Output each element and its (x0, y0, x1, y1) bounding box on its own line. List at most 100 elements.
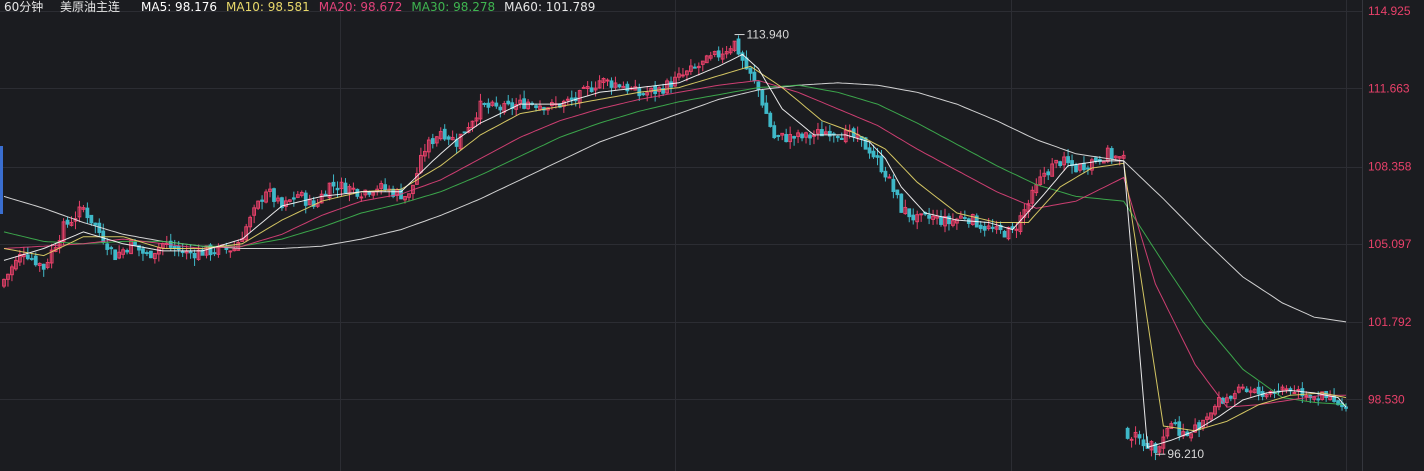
candle-body (105, 243, 110, 250)
candle-body (764, 102, 769, 114)
price-tick-label: 108.358 (1368, 160, 1412, 174)
candle-body (962, 217, 967, 220)
price-tick-label: 114.925 (1368, 4, 1411, 18)
candle-body (875, 155, 880, 158)
candle-body (800, 133, 804, 139)
candle-body (1002, 230, 1007, 238)
price-tick-label: 111.663 (1368, 81, 1410, 95)
candle-body (641, 93, 646, 96)
candle-body (149, 250, 153, 259)
candle-body (569, 97, 574, 101)
candle-body (808, 134, 812, 139)
candle-body (1344, 406, 1348, 409)
price-tick-label: 101.792 (1368, 315, 1412, 329)
price-tick-label: 105.097 (1368, 237, 1412, 251)
candle-body (605, 79, 610, 82)
candle-body (768, 112, 773, 127)
ma-legend: MA5: 98.176 MA10: 98.581 MA20: 98.672 MA30:… (141, 0, 595, 14)
candle-body (681, 74, 685, 77)
candle-body (494, 102, 499, 107)
candle-body (1284, 388, 1289, 391)
candle-body (899, 193, 904, 213)
candle-body (446, 136, 451, 140)
candle-body (383, 184, 388, 191)
candle-body (486, 102, 491, 108)
candle-body (506, 100, 511, 105)
ma-legend-item: MA5: 98.176 (141, 0, 217, 14)
candle-body (784, 134, 789, 143)
candle-body (85, 207, 90, 219)
candle-body (867, 147, 872, 154)
candle-body (367, 191, 372, 195)
candle-body (1046, 171, 1051, 176)
candle-body (911, 214, 916, 221)
candle-body (669, 81, 673, 88)
candle-body (1109, 148, 1114, 160)
candle-body (1324, 390, 1329, 399)
candle-body (736, 38, 741, 55)
candle-body (1316, 398, 1321, 401)
candle-body (1093, 157, 1098, 162)
candle-body (978, 224, 983, 230)
candle-body (498, 106, 503, 111)
candle-body (919, 213, 924, 216)
candle-body (760, 89, 765, 106)
candle-body (1082, 162, 1086, 171)
candle-body (589, 87, 594, 93)
candle-body (871, 150, 876, 158)
candle-body (228, 250, 233, 253)
candle-body (133, 241, 137, 246)
candle-body (1228, 395, 1233, 399)
low-marker-label: 96.210 (1167, 447, 1204, 461)
candle-body (272, 188, 276, 202)
candle-body (1240, 386, 1245, 389)
candle-body (1141, 439, 1146, 447)
candle-body (581, 86, 586, 89)
candle-body (303, 192, 308, 206)
kline-chart: 114.925 111.663 108.358 105.097 101.792 98.53… (0, 0, 1424, 471)
candle-body (1296, 389, 1301, 392)
candle-body (1292, 392, 1297, 395)
candle-body (1137, 434, 1142, 439)
chart-background (0, 0, 1424, 471)
candle-body (212, 252, 217, 255)
candle-body (1256, 386, 1261, 395)
candle-body (772, 125, 777, 139)
candle-body (125, 249, 129, 253)
candle-body (792, 136, 796, 139)
candle-body (442, 128, 447, 140)
candle-body (756, 81, 761, 91)
ma-legend-item: MA10: 98.581 (226, 0, 310, 14)
header-period: 60分钟 (4, 0, 43, 14)
candle-body (188, 251, 193, 254)
candle-body (331, 181, 336, 187)
candle-body (33, 255, 38, 266)
candle-body (879, 155, 884, 173)
candle-body (891, 178, 896, 192)
candle-body (359, 196, 364, 199)
candle-body (609, 80, 614, 88)
ma-legend-item: MA60: 101.789 (504, 0, 595, 14)
candle-body (65, 219, 70, 225)
candle-body (145, 252, 149, 255)
left-edge-marker[interactable] (0, 146, 3, 214)
candle-body (1244, 388, 1249, 393)
candle-body (343, 182, 348, 194)
candle-body (748, 67, 753, 74)
candle-body (462, 131, 467, 134)
candle-body (1173, 422, 1178, 425)
candle-body (692, 66, 697, 69)
candle-body (839, 137, 844, 141)
candle-body (990, 226, 995, 229)
candle-body (1304, 395, 1309, 398)
candle-body (1086, 167, 1090, 170)
candle-body (260, 199, 264, 202)
candle-body (430, 138, 435, 145)
candle-body (565, 98, 570, 101)
candle-body (113, 249, 118, 261)
price-tick-label: 98.530 (1368, 392, 1405, 406)
candle-body (887, 176, 892, 179)
candle-body (617, 84, 622, 88)
candle-body (291, 197, 296, 200)
candle-body (534, 105, 538, 109)
